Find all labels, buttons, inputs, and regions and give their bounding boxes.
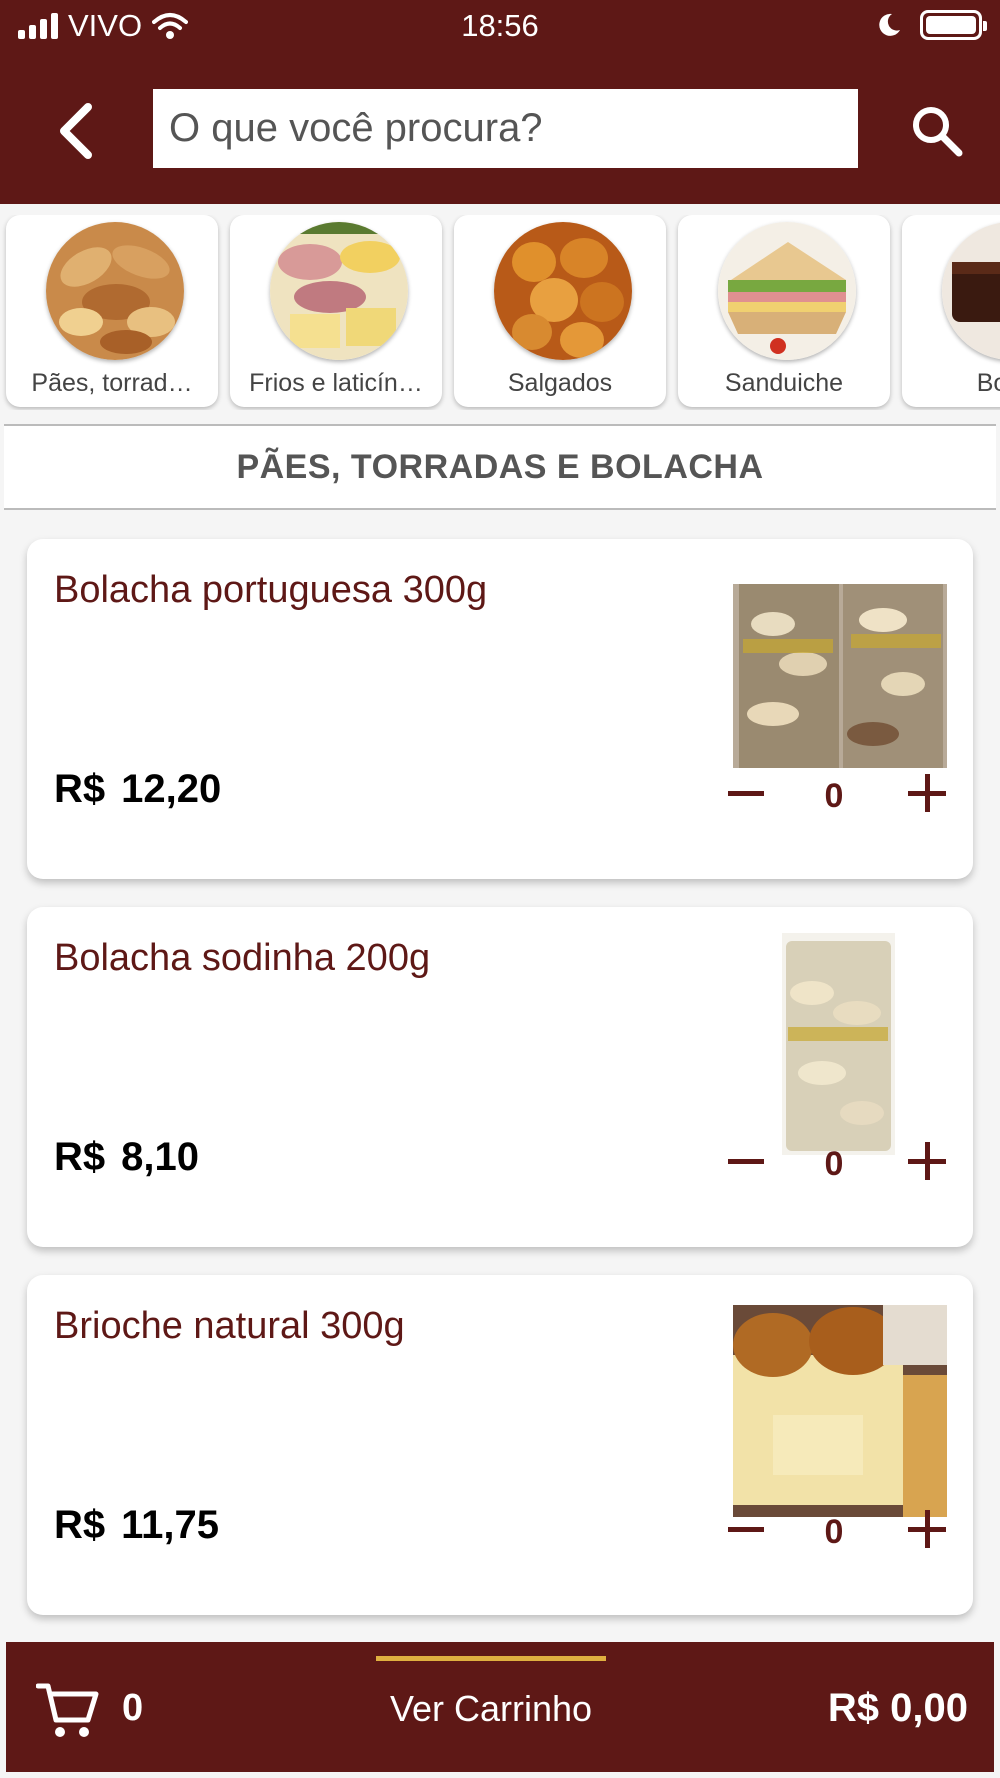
price-currency: R$ <box>54 767 106 811</box>
category-label: Pães, torrad… <box>31 369 193 397</box>
search-button[interactable] <box>902 96 972 166</box>
category-label: Frios e laticín… <box>249 369 423 397</box>
view-cart-button[interactable]: Ver Carrinho <box>306 1688 676 1730</box>
price-currency: R$ <box>54 1503 106 1547</box>
product-card[interactable]: Brioche natural 300g R$ 11,75 0 <box>27 1275 973 1615</box>
product-price: R$ 8,10 <box>54 1135 199 1180</box>
cold-cuts-photo <box>270 222 408 360</box>
battery-icon <box>920 10 987 40</box>
bread-basket-photo <box>46 222 184 360</box>
cart-count: 0 <box>122 1687 144 1729</box>
increase-button[interactable] <box>908 1510 946 1548</box>
product-card[interactable]: Bolacha sodinha 200g R$ 8,10 0 <box>27 907 973 1247</box>
decrease-button[interactable] <box>728 791 764 796</box>
category-card-paes[interactable]: Pães, torrad… <box>6 215 218 407</box>
decrease-button[interactable] <box>728 1527 764 1532</box>
quantity-value: 0 <box>824 777 844 815</box>
increase-button[interactable] <box>908 1142 946 1180</box>
category-label: Sanduiche <box>724 369 844 397</box>
fried-snacks-photo <box>494 222 632 360</box>
category-card-bolos[interactable]: Bolos <box>902 215 1000 407</box>
product-photo <box>733 584 947 768</box>
category-card-salgados[interactable]: Salgados <box>454 215 666 407</box>
category-carousel[interactable]: Pães, torrad… Frios e laticín… Salgados … <box>0 215 1000 410</box>
cakes-photo <box>942 222 1000 360</box>
product-name: Bolacha portuguesa 300g <box>54 569 488 611</box>
moon-icon <box>879 13 900 36</box>
search-icon <box>913 107 963 157</box>
cart-indicator <box>376 1656 606 1661</box>
app-header <box>0 56 1000 204</box>
shopping-cart-icon <box>36 1683 99 1737</box>
quantity-stepper: 0 <box>728 1507 948 1557</box>
category-card-frios[interactable]: Frios e laticín… <box>230 215 442 407</box>
chevron-left-icon <box>60 103 92 159</box>
product-price: R$ 11,75 <box>54 1503 219 1548</box>
category-label: Salgados <box>507 369 613 397</box>
category-card-sanduiche[interactable]: Sanduiche <box>678 215 890 407</box>
quantity-value: 0 <box>824 1145 844 1183</box>
status-right <box>876 10 987 40</box>
sandwich-photo <box>718 222 856 360</box>
status-time: 18:56 <box>461 8 539 43</box>
quantity-value: 0 <box>824 1513 844 1551</box>
quantity-stepper: 0 <box>728 1139 948 1189</box>
product-price: R$ 12,20 <box>54 767 221 812</box>
product-name: Brioche natural 300g <box>54 1305 405 1347</box>
product-card[interactable]: Bolacha portuguesa 300g R$ 12,20 0 <box>27 539 973 879</box>
price-value: 12,20 <box>121 767 222 811</box>
price-currency: R$ <box>54 1135 106 1179</box>
decrease-button[interactable] <box>728 1159 764 1164</box>
product-name: Bolacha sodinha 200g <box>54 937 431 979</box>
increase-button[interactable] <box>908 774 946 812</box>
category-label: Bolos <box>976 369 1000 397</box>
cart-total: R$ 0,00 <box>827 1686 968 1730</box>
price-value: 11,75 <box>121 1503 220 1547</box>
cart-bar[interactable]: 0 Ver Carrinho R$ 0,00 <box>6 1642 994 1772</box>
quantity-stepper: 0 <box>728 771 948 821</box>
product-photo <box>782 933 895 1155</box>
price-value: 8,10 <box>121 1135 199 1179</box>
section-title: PÃES, TORRADAS E BOLACHA <box>4 424 996 510</box>
back-button[interactable] <box>46 96 106 166</box>
product-photo <box>733 1305 947 1517</box>
status-bar: VIVO 18:56 <box>0 0 1000 56</box>
search-input[interactable] <box>153 89 858 168</box>
